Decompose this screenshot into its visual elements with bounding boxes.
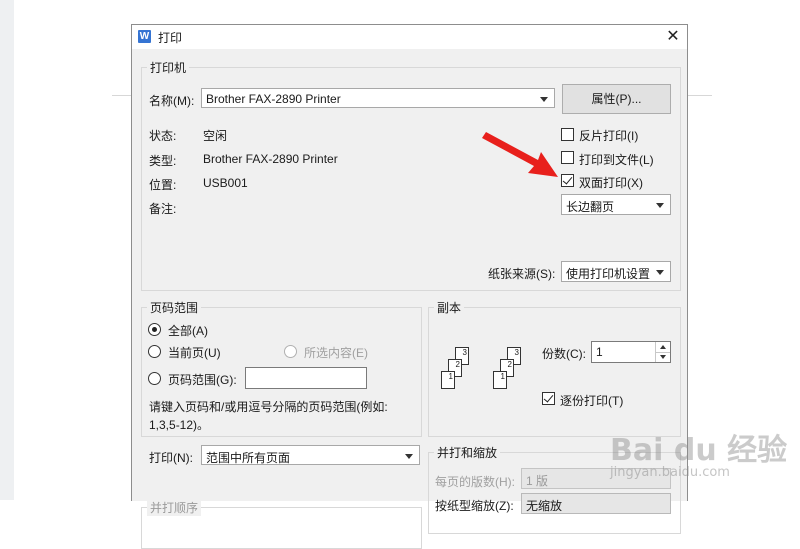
page-range-hint-example: 1,3,5-12)。 bbox=[149, 418, 210, 432]
print-to-file-checkbox[interactable] bbox=[561, 151, 574, 164]
range-current-label[interactable]: 当前页(U) bbox=[168, 344, 221, 361]
comment-label: 备注: bbox=[149, 202, 177, 216]
print-what-value: 范围中所有页面 bbox=[206, 451, 291, 465]
reverse-print-checkbox[interactable] bbox=[561, 128, 574, 141]
baidu-watermark-url: jingyan.baidu.com bbox=[610, 465, 730, 480]
annotation-arrow-icon bbox=[482, 132, 558, 177]
annotation-arrow-shape bbox=[482, 132, 558, 177]
duplex-mode-select[interactable]: 长边翻页 bbox=[561, 194, 671, 215]
range-selection-label: 所选内容(E) bbox=[304, 346, 368, 360]
zoom-group-label: 并打和缩放 bbox=[434, 444, 501, 461]
print-what-select[interactable]: 范围中所有页面 bbox=[201, 445, 420, 465]
copies-group-label: 副本 bbox=[434, 299, 465, 316]
printer-name-label: 名称(M): bbox=[149, 94, 195, 108]
properties-button[interactable]: 属性(P)... bbox=[562, 84, 671, 114]
page-range-group-label: 页码范围 bbox=[147, 299, 202, 316]
page-icon: 1 bbox=[441, 371, 455, 389]
paper-source-value: 使用打印机设置 bbox=[566, 267, 651, 281]
duplex-mode-value: 长边翻页 bbox=[566, 200, 615, 214]
page-icon: 1 bbox=[493, 371, 507, 389]
range-pages-radio[interactable] bbox=[148, 372, 161, 385]
type-value: Brother FAX-2890 Printer bbox=[203, 152, 338, 166]
title-bar: W 打印 ✕ bbox=[132, 25, 687, 49]
background-margin bbox=[0, 0, 14, 500]
scale-select[interactable]: 无缩放 bbox=[521, 493, 671, 514]
reverse-print-label[interactable]: 反片打印(I) bbox=[579, 127, 638, 144]
print-order-group-label: 并打顺序 bbox=[147, 499, 202, 516]
print-what-label: 打印(N): bbox=[149, 451, 193, 465]
baidu-watermark: Bai du 经验 bbox=[610, 433, 788, 468]
page-range-hint: 请键入页码和/或用逗号分隔的页码范围(例如: bbox=[149, 400, 388, 414]
close-icon[interactable]: ✕ bbox=[660, 26, 686, 48]
page-range-input[interactable] bbox=[245, 367, 367, 389]
duplex-print-checkbox[interactable] bbox=[561, 174, 574, 187]
print-to-file-label[interactable]: 打印到文件(L) bbox=[579, 151, 654, 168]
paper-source-select[interactable]: 使用打印机设置 bbox=[561, 261, 671, 282]
copies-count-spinner[interactable]: 1 bbox=[591, 341, 671, 363]
wps-app-icon: W bbox=[138, 30, 151, 43]
paper-source-label: 纸张来源(S): bbox=[488, 267, 556, 281]
chevron-down-icon bbox=[656, 203, 664, 208]
range-all-label[interactable]: 全部(A) bbox=[168, 322, 208, 339]
range-all-radio[interactable] bbox=[148, 323, 161, 336]
copies-count-label: 份数(C): bbox=[542, 347, 586, 361]
range-selection-radio bbox=[284, 345, 297, 358]
chevron-down-icon bbox=[656, 270, 664, 275]
duplex-print-label[interactable]: 双面打印(X) bbox=[579, 174, 643, 191]
location-label: 位置: bbox=[149, 178, 177, 192]
chevron-down-icon bbox=[405, 454, 413, 459]
pages-per-sheet-value: 1 版 bbox=[526, 474, 549, 488]
printer-name-value: Brother FAX-2890 Printer bbox=[206, 92, 341, 106]
collate-checkbox[interactable] bbox=[542, 392, 555, 405]
range-current-radio[interactable] bbox=[148, 345, 161, 358]
printer-name-select[interactable]: Brother FAX-2890 Printer bbox=[201, 88, 555, 108]
printer-group-label: 打印机 bbox=[147, 59, 190, 76]
chevron-down-icon bbox=[540, 97, 548, 102]
copies-count-value: 1 bbox=[596, 345, 603, 359]
type-label: 类型: bbox=[149, 154, 177, 168]
status-value: 空闲 bbox=[203, 129, 228, 143]
range-pages-label[interactable]: 页码范围(G): bbox=[168, 371, 237, 388]
dialog-title: 打印 bbox=[158, 31, 183, 45]
collate-illustration: 3 2 1 bbox=[441, 347, 501, 399]
location-value: USB001 bbox=[203, 176, 248, 190]
print-dialog: W 打印 ✕ 打印机 名称(M): Brother FAX-2890 Print… bbox=[131, 24, 688, 549]
spin-down-icon[interactable] bbox=[655, 352, 670, 362]
status-label: 状态: bbox=[149, 129, 177, 143]
collate-label[interactable]: 逐份打印(T) bbox=[560, 392, 623, 409]
pages-per-sheet-label: 每页的版数(H): bbox=[435, 475, 515, 489]
